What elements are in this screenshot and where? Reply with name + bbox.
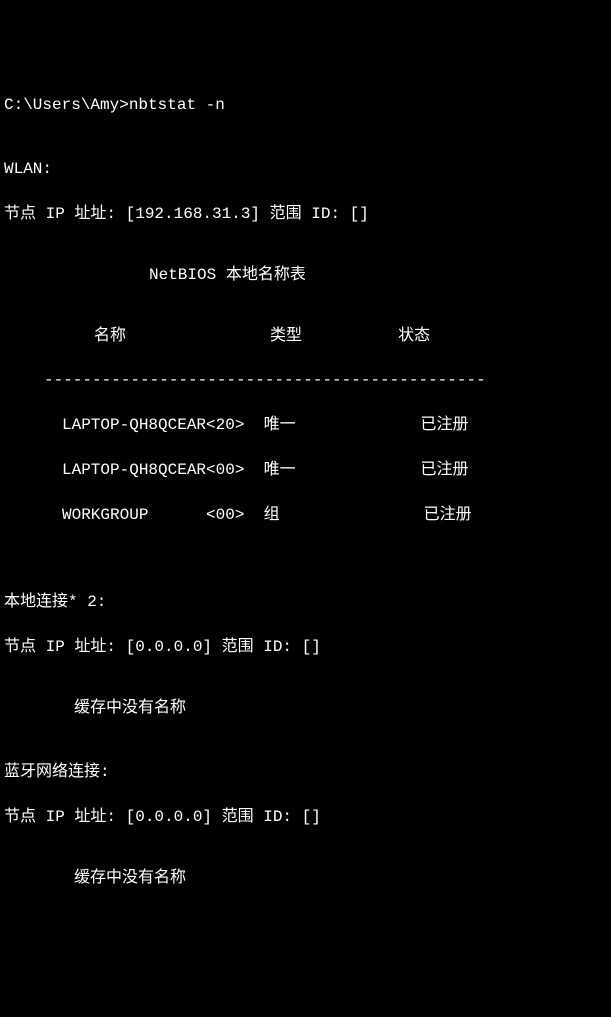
header-status: 状态 (398, 327, 430, 345)
spacer (4, 549, 607, 565)
no-cache-message: 缓存中没有名称 (4, 697, 607, 719)
interface-wlan-name: WLAN: (4, 158, 607, 180)
table-headers: 名称 类型 状态 (4, 325, 607, 347)
prompt-path: C:\Users\Amy> (4, 96, 129, 114)
header-type: 类型 (270, 327, 302, 345)
table-row: LAPTOP-QH8QCEAR<20> 唯一 已注册 (4, 414, 607, 436)
interface-bt-node: 节点 IP 址址: [0.0.0.0] 范围 ID: [] (4, 806, 607, 828)
interface-bt-name: 蓝牙网络连接: (4, 761, 607, 783)
interface-local-node: 节点 IP 址址: [0.0.0.0] 范围 ID: [] (4, 636, 607, 658)
command-prompt-line: C:\Users\Amy>nbtstat -n (4, 94, 607, 116)
table-divider: ----------------------------------------… (4, 369, 607, 391)
netbios-table-title: NetBIOS 本地名称表 (4, 264, 607, 286)
interface-local-name: 本地连接* 2: (4, 591, 607, 613)
table-row: WORKGROUP <00> 组 已注册 (4, 504, 607, 526)
no-cache-message: 缓存中没有名称 (4, 867, 607, 889)
table-row: LAPTOP-QH8QCEAR<00> 唯一 已注册 (4, 459, 607, 481)
interface-wlan-node: 节点 IP 址址: [192.168.31.3] 范围 ID: [] (4, 203, 607, 225)
header-name: 名称 (94, 327, 126, 345)
command-text: nbtstat -n (129, 96, 225, 114)
